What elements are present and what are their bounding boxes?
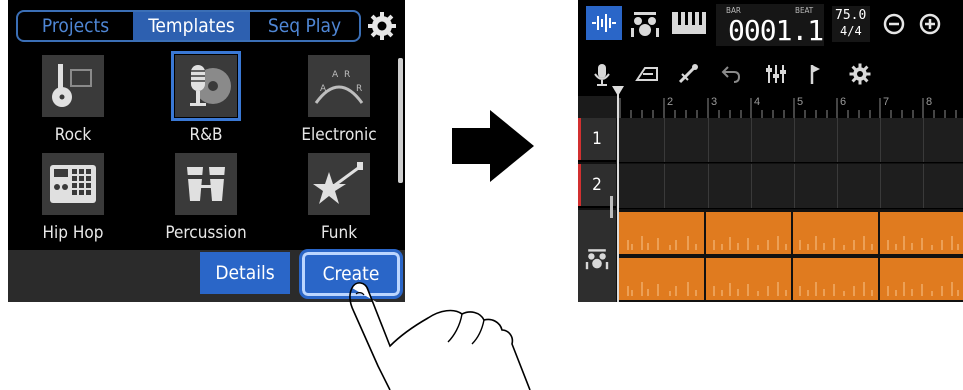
- drum-clips[interactable]: [618, 210, 963, 302]
- svg-text:R: R: [356, 84, 362, 94]
- track-2-lane[interactable]: [618, 164, 963, 209]
- tile-label: Rock: [54, 125, 92, 145]
- keyboard-icon[interactable]: [670, 10, 708, 36]
- microphone-record-icon: [171, 51, 241, 121]
- ruler-number: 3: [711, 96, 718, 108]
- ruler-number: 6: [840, 96, 847, 108]
- details-button[interactable]: Details: [200, 252, 290, 294]
- track-number: 1: [592, 129, 602, 149]
- tab-bar: Projects Templates Seq Play: [16, 10, 361, 42]
- track-2-indicator: [578, 164, 581, 206]
- waveform-view-button[interactable]: [586, 6, 622, 40]
- svg-text:R: R: [344, 70, 350, 80]
- track-scrollbar[interactable]: [610, 196, 613, 218]
- counter-value: 0001.1: [728, 14, 824, 47]
- tab-templates[interactable]: Templates: [133, 12, 250, 40]
- drum-machine-icon: [42, 153, 104, 215]
- playhead-marker-icon[interactable]: [612, 86, 624, 98]
- ruler-number: 2: [667, 96, 674, 108]
- ruler-number: 4: [754, 96, 761, 108]
- timeline-ruler[interactable]: 2 3 4 5 6 7 8: [618, 96, 963, 118]
- synth-wave-icon: AARR: [308, 55, 370, 117]
- gear-icon[interactable]: [366, 10, 398, 42]
- ruler-number: 8: [926, 96, 933, 108]
- drum-kit-icon: [585, 249, 609, 270]
- tile-label: Hip Hop: [42, 223, 104, 243]
- track-1-lane[interactable]: [618, 118, 963, 163]
- arrow-right-icon: [452, 110, 534, 182]
- project-screen: BAR BEAT 0001.1 75.0 4/4 2 3 4 5 6 7 8 1…: [578, 0, 963, 302]
- ruler-number: 7: [883, 96, 890, 108]
- tile-label: R&B: [189, 125, 223, 145]
- playhead[interactable]: [617, 86, 619, 302]
- zoom-in-icon[interactable]: [918, 12, 942, 36]
- tab-projects[interactable]: Projects: [18, 12, 133, 40]
- track-number: 2: [592, 175, 602, 195]
- drum-kit-icon[interactable]: [628, 8, 662, 38]
- svg-text:A: A: [332, 70, 339, 80]
- tempo-value: 75.0: [835, 8, 867, 23]
- settings-gear-icon[interactable]: [848, 62, 872, 86]
- waveform-icon: [592, 14, 616, 32]
- tile-label: Electronic: [301, 125, 377, 145]
- guitar-icon: [42, 55, 104, 117]
- ruler-number: 5: [797, 96, 804, 108]
- zoom-out-icon[interactable]: [882, 12, 906, 36]
- tap-hand-icon: [349, 282, 531, 390]
- mixer-icon[interactable]: [764, 62, 788, 86]
- bass-star-icon: [308, 153, 370, 215]
- tile-label: Percussion: [165, 223, 247, 243]
- pencil-icon[interactable]: [676, 62, 700, 86]
- bongo-icon: [175, 153, 237, 215]
- track-1-header[interactable]: 1: [578, 118, 616, 162]
- eraser-icon[interactable]: [634, 64, 660, 86]
- microphone-icon[interactable]: [592, 62, 612, 88]
- undo-icon[interactable]: [720, 64, 742, 84]
- track-1-indicator: [578, 118, 581, 160]
- tab-seq-play[interactable]: Seq Play: [250, 12, 359, 40]
- marker-flag-icon[interactable]: [806, 62, 826, 86]
- tile-label: Funk: [320, 223, 358, 243]
- meter-value: 4/4: [840, 24, 862, 38]
- svg-text:A: A: [320, 84, 327, 94]
- drum-track-header[interactable]: [578, 210, 616, 302]
